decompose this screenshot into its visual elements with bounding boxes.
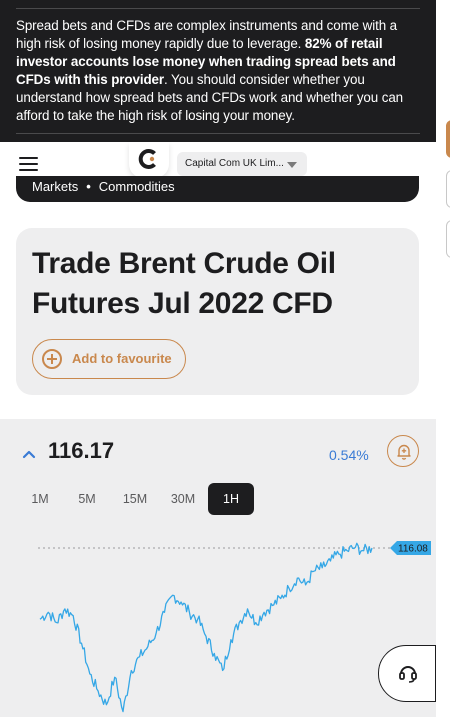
main-content: Spread bets and CFDs are complex instrum… xyxy=(0,0,436,717)
add-to-favourite-button[interactable]: Add to favourite xyxy=(32,339,186,379)
breadcrumb: Markets • Commodities xyxy=(16,176,419,202)
price-chart-section: 116.17 0.54% 1M 5M 15M 30M 1H 116.08 xyxy=(0,419,436,717)
divider xyxy=(16,133,420,134)
breadcrumb-separator: • xyxy=(86,179,91,194)
price-alert-button[interactable] xyxy=(387,435,419,467)
current-price: 116.17 xyxy=(48,438,115,463)
timeframe-30m[interactable]: 30M xyxy=(160,483,206,515)
caret-down-icon xyxy=(287,162,297,168)
price-line-chart[interactable]: 116.08 xyxy=(0,529,436,717)
timeframe-1h[interactable]: 1H xyxy=(208,483,254,515)
hamburger-menu-icon[interactable] xyxy=(19,157,38,171)
page: Spread bets and CFDs are complex instrum… xyxy=(0,0,450,717)
price-series-line xyxy=(39,542,373,713)
plus-circle-icon xyxy=(42,349,62,369)
risk-warning-text: Spread bets and CFDs are complex instrum… xyxy=(16,18,404,123)
headset-icon xyxy=(399,666,417,683)
timeframe-15m[interactable]: 15M xyxy=(112,483,158,515)
side-edge-button[interactable] xyxy=(446,220,450,258)
entity-selector-label: Capital Com UK Lim... xyxy=(185,158,284,169)
divider xyxy=(16,8,420,9)
timeframe-1m[interactable]: 1M xyxy=(17,483,63,515)
entity-selector[interactable]: Capital Com UK Lim... xyxy=(177,152,307,176)
breadcrumb-commodities[interactable]: Commodities xyxy=(99,179,175,194)
page-title: Trade Brent Crude Oil Futures Jul 2022 C… xyxy=(32,247,336,320)
instrument-title-card: Trade Brent Crude Oil Futures Jul 2022 C… xyxy=(16,228,419,395)
side-edge-button-accent[interactable] xyxy=(446,120,450,158)
side-panel-edge xyxy=(436,0,450,717)
support-chat-button[interactable] xyxy=(378,645,436,702)
bell-plus-icon xyxy=(397,444,411,460)
price-change: 0.54% xyxy=(329,447,369,463)
breadcrumb-markets[interactable]: Markets xyxy=(32,179,78,194)
side-edge-button[interactable] xyxy=(446,170,450,208)
capital-com-logo-icon[interactable] xyxy=(129,142,169,178)
add-to-favourite-label: Add to favourite xyxy=(72,351,172,366)
risk-warning-banner: Spread bets and CFDs are complex instrum… xyxy=(0,0,436,142)
current-price-tag-label: 116.08 xyxy=(398,543,428,554)
timeframe-5m[interactable]: 5M xyxy=(64,483,110,515)
chevron-up-icon xyxy=(22,450,36,459)
